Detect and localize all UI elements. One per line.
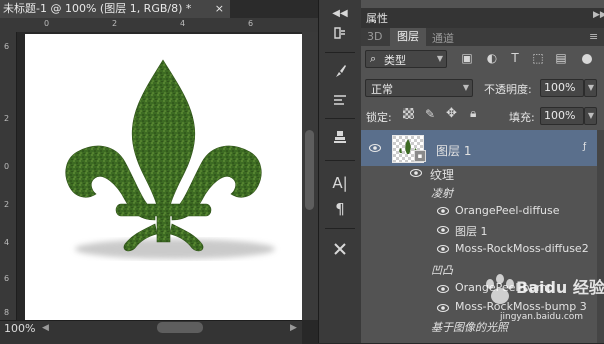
horizontal-scroll-thumb[interactable]	[157, 322, 203, 333]
tab-layers[interactable]: 图层	[390, 28, 426, 46]
collapse-icon[interactable]: ◀◀	[325, 2, 355, 24]
visibility-eye-icon[interactable]	[437, 245, 449, 253]
layer-filter-select[interactable]: ⌕ 类型 ▼	[365, 50, 447, 68]
ruler-vertical[interactable]: 6 2 0 2 4 6 8	[0, 32, 17, 320]
brush-icon[interactable]	[325, 60, 355, 82]
visibility-eye-icon[interactable]	[437, 207, 449, 215]
lock-label: 锁定:	[366, 111, 392, 124]
opacity-input[interactable]: 100%	[540, 79, 584, 97]
opacity-value: 100%	[544, 81, 576, 94]
brush-presets-icon[interactable]	[325, 88, 355, 110]
smart-object-filter-icon[interactable]: ▤	[554, 51, 568, 65]
ruler-label: 6	[4, 42, 10, 51]
tab-3d[interactable]: 3D	[367, 30, 382, 43]
document-title: 未标题-1 @ 100% (图层 1, RGB/8) *	[3, 2, 192, 15]
fleur-de-lis-artwork	[65, 59, 275, 259]
panel-collapse-icon[interactable]: ▶▶	[593, 10, 604, 20]
effects-group-label[interactable]: 纹理	[430, 166, 454, 183]
chevron-down-icon: ▼	[587, 83, 594, 92]
chevron-down-icon: ▼	[587, 111, 594, 120]
type-filter-icon[interactable]: T	[508, 51, 522, 65]
opacity-slider-toggle[interactable]: ▼	[584, 79, 597, 97]
smart-object-badge-icon: ▪	[414, 150, 426, 162]
ruler-label: 4	[4, 238, 10, 247]
effect-group-label: 凹凸	[431, 264, 453, 277]
shape-filter-icon[interactable]: ⬚	[531, 51, 545, 65]
effect-item[interactable]: 图层 1	[455, 223, 488, 239]
history-icon[interactable]	[325, 22, 355, 44]
ruler-horizontal[interactable]: 0 2 4 6	[16, 18, 318, 33]
chevron-down-icon: ▼	[436, 54, 443, 63]
layers-scrollbar[interactable]	[597, 130, 604, 343]
search-icon: ⌕	[370, 52, 377, 65]
opacity-label: 不透明度:	[484, 83, 532, 96]
ruler-label: 6	[248, 19, 254, 28]
ruler-label: 2	[4, 200, 10, 209]
adjustment-filter-icon[interactable]: ◐	[485, 51, 499, 65]
filter-kind-value: 类型	[384, 54, 406, 67]
ruler-corner	[0, 18, 16, 32]
watermark-url: jingyan.baidu.com	[500, 312, 584, 322]
scroll-left-icon[interactable]: ◀	[42, 323, 49, 333]
visibility-eye-icon[interactable]	[369, 144, 381, 152]
watermark-logo: Baidu 经验 jingyan.baidu.com	[480, 270, 604, 336]
properties-panel-header	[361, 8, 604, 28]
vertical-scroll-thumb[interactable]	[305, 130, 314, 210]
fill-value: 100%	[544, 109, 576, 122]
lock-move-icon[interactable]: ✥	[446, 106, 457, 121]
close-icon[interactable]: ×	[215, 0, 224, 18]
tab-bar-empty	[230, 0, 318, 18]
chevron-down-icon: ▼	[462, 83, 469, 92]
ruler-label: 8	[4, 308, 10, 317]
effect-group-label: 凌射	[431, 187, 453, 200]
tools-icon[interactable]	[325, 238, 355, 260]
zoom-level[interactable]: 100%	[4, 322, 35, 335]
ruler-label: 2	[112, 19, 118, 28]
watermark-text: Baidu 经验	[516, 278, 604, 297]
panel-tool-strip: ◀◀ A| ¶	[318, 0, 362, 343]
visibility-eye-icon[interactable]	[437, 226, 449, 234]
lock-paint-icon[interactable]: ✎	[425, 107, 435, 121]
lock-all-icon[interactable]: 🔒︎	[470, 106, 476, 121]
ruler-label: 0	[44, 19, 50, 28]
tab-properties[interactable]: 属性	[366, 10, 388, 26]
pixel-filter-icon[interactable]: ▣	[460, 51, 474, 65]
character-icon[interactable]: A|	[325, 172, 355, 194]
ruler-label: 4	[180, 19, 186, 28]
fill-label: 填充:	[509, 111, 535, 124]
clone-source-icon[interactable]	[325, 126, 355, 148]
panel-menu-icon[interactable]: ≡	[589, 30, 598, 43]
lock-transparent-icon[interactable]	[403, 108, 414, 119]
ruler-label: 6	[4, 274, 10, 283]
visibility-eye-icon[interactable]	[437, 304, 449, 312]
ruler-label: 2	[4, 114, 10, 123]
blend-mode-value: 正常	[371, 83, 393, 96]
document-tab[interactable]: 未标题-1 @ 100% (图层 1, RGB/8) * ×	[0, 0, 230, 18]
visibility-eye-icon[interactable]	[410, 169, 422, 177]
effect-item[interactable]: Moss-RockMoss-diffuse2	[455, 242, 589, 255]
blend-mode-select[interactable]: 正常 ▼	[365, 79, 473, 97]
fill-slider-toggle[interactable]: ▼	[584, 107, 597, 125]
document-canvas[interactable]	[25, 34, 302, 320]
paragraph-icon[interactable]: ¶	[325, 198, 355, 220]
visibility-eye-icon[interactable]	[437, 285, 449, 293]
effect-item[interactable]: OrangePeel-diffuse	[455, 204, 560, 217]
fill-input[interactable]: 100%	[540, 107, 584, 125]
scroll-right-icon[interactable]: ▶	[290, 323, 297, 333]
layer-effects-fx-icon[interactable]: ƒ	[583, 142, 586, 152]
filter-toggle-icon[interactable]	[582, 54, 592, 64]
ruler-label: 0	[4, 162, 10, 171]
layer-name[interactable]: 图层 1	[436, 142, 471, 159]
tab-channels[interactable]: 通道	[432, 30, 454, 46]
